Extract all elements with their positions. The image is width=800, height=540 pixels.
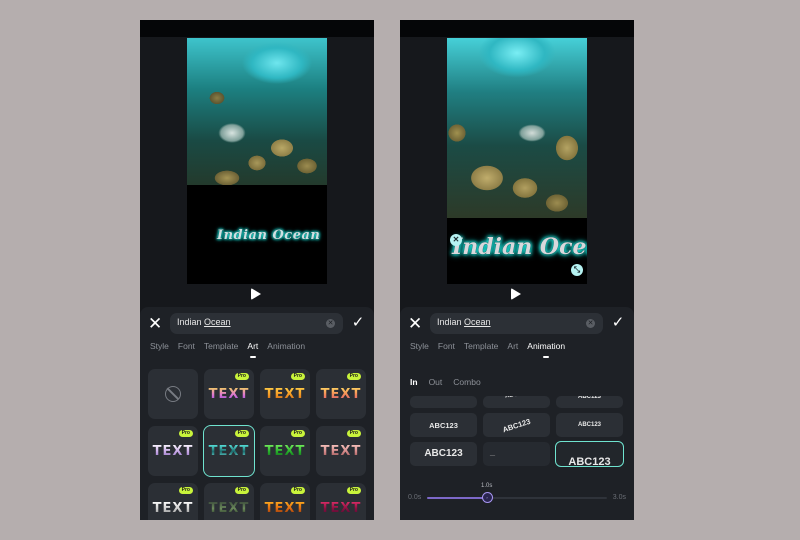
resize-rotate-handle-icon[interactable]: ⤡ [571,264,583,276]
animation-preset[interactable]: ABC123 [483,413,550,437]
art-style-option[interactable]: Pro TEXT [260,369,310,419]
art-style-option[interactable]: Pro TEXT [148,426,198,476]
slider-thumb[interactable]: › [481,492,493,503]
pro-badge: Pro [346,430,361,437]
art-style-preview-text: TEXT [260,444,310,459]
subtab-combo[interactable]: Combo [453,377,480,387]
art-style-option[interactable]: Pro TEXT [260,483,310,520]
text-overlay[interactable]: Indian Ocean [452,234,587,260]
text-edit-tabs: Style Font Template Art Animation [410,341,565,358]
art-style-option[interactable]: Pro TEXT [204,369,254,419]
art-style-preview-text: TEXT [204,501,254,516]
text-edit-toolbar: ✕ Indian Ocean ✕ ✓ [140,313,374,335]
pro-badge: Pro [346,373,361,380]
animation-preset[interactable]: ABC123 [483,396,550,408]
text-input-value: Indian Ocean [177,317,231,327]
phone-screen-art: Indian Ocean ✕ Indian Ocean ✕ ✓ Style Fo… [140,20,374,520]
animation-preset-grid: ABC123 ABC123 ABC123 ABC123 ABC123 ABC12… [410,396,624,467]
status-bar [400,20,634,37]
phone-screen-animation: Indian Ocean ✕ ⤡ ✕ Indian Ocean ✕ ✓ Styl… [400,20,634,520]
slider-fill [427,497,487,499]
play-button[interactable] [511,288,521,300]
pro-badge: Pro [290,487,305,494]
tab-font[interactable]: Font [438,341,455,355]
video-preview[interactable]: Indian Ocean [187,38,327,284]
animation-subtabs: In Out Combo [410,377,481,387]
art-style-preview-text: TEXT [316,501,366,516]
art-style-preview-text: TEXT [316,444,366,459]
art-style-preview-text: TEXT [148,501,198,516]
art-style-option[interactable]: Pro TEXT [204,483,254,520]
art-style-preview-text: TEXT [260,501,310,516]
pro-badge: Pro [290,373,305,380]
text-input[interactable]: Indian Ocean ✕ [430,313,603,334]
delete-text-handle-icon[interactable]: ✕ [450,234,462,246]
text-input-value: Indian Ocean [437,317,491,327]
tab-style[interactable]: Style [410,341,429,355]
close-button[interactable]: ✕ [148,315,162,333]
animation-preset[interactable]: ABC123 [556,396,623,408]
text-edit-panel: ✕ Indian Ocean ✕ ✓ Style Font Template A… [140,307,374,520]
coral-reef-image [187,38,327,185]
pro-badge: Pro [290,430,305,437]
art-style-preview-text: TEXT [316,387,366,402]
pro-badge: Pro [234,373,249,380]
art-style-preview-text: TEXT [148,444,198,459]
pro-badge: Pro [234,487,249,494]
art-style-option[interactable]: Pro TEXT [316,426,366,476]
slider-min-label: 0.0s [408,494,422,501]
animation-preset-selected[interactable]: ABC123 [555,441,624,467]
confirm-button[interactable]: ✓ [350,313,366,333]
art-style-preview-text: TEXT [260,387,310,402]
clear-text-button[interactable]: ✕ [326,319,335,328]
animation-preset[interactable] [410,396,477,408]
slider-track[interactable]: 1.0s › [427,483,607,503]
animation-preset[interactable]: ABC123 [410,413,477,437]
tab-art[interactable]: Art [247,341,258,358]
art-style-option[interactable]: Pro TEXT [316,483,366,520]
text-edit-tabs: Style Font Template Art Animation [150,341,305,358]
art-style-none[interactable] [148,369,198,419]
clear-text-button[interactable]: ✕ [586,319,595,328]
status-bar [140,20,374,37]
text-edit-panel: ✕ Indian Ocean ✕ ✓ Style Font Template A… [400,307,634,520]
tab-animation[interactable]: Animation [267,341,305,355]
pro-badge: Pro [346,487,361,494]
close-button[interactable]: ✕ [408,315,422,333]
play-button[interactable] [251,288,261,300]
pro-badge: Pro [234,430,249,437]
subtab-in[interactable]: In [410,377,418,387]
subtab-out[interactable]: Out [429,377,443,387]
art-style-option[interactable]: Pro TEXT [316,369,366,419]
text-input[interactable]: Indian Ocean ✕ [170,313,343,334]
animation-preset[interactable]: _ [483,442,550,466]
no-style-icon [165,386,181,402]
tab-art[interactable]: Art [507,341,518,355]
art-style-option[interactable]: Pro TEXT [260,426,310,476]
animation-preset[interactable]: ABC123 [410,442,477,466]
video-preview[interactable]: Indian Ocean ✕ ⤡ [447,38,587,284]
tab-font[interactable]: Font [178,341,195,355]
tab-template[interactable]: Template [464,341,499,355]
art-style-preview-text: TEXT [204,444,254,459]
art-style-option[interactable]: Pro TEXT [203,425,255,477]
duration-slider[interactable]: 0.0s 1.0s › 3.0s [400,483,634,509]
pro-badge: Pro [178,430,193,437]
slider-max-label: 3.0s [612,494,626,501]
art-style-preview-text: TEXT [204,387,254,402]
text-edit-toolbar: ✕ Indian Ocean ✕ ✓ [400,313,634,335]
animation-preset[interactable]: ABC123 [556,413,623,437]
slider-value-label: 1.0s [481,483,493,489]
coral-reef-image [447,38,587,218]
art-style-option[interactable]: Pro TEXT [148,483,198,520]
pro-badge: Pro [178,487,193,494]
confirm-button[interactable]: ✓ [610,313,626,333]
tab-style[interactable]: Style [150,341,169,355]
tab-template[interactable]: Template [204,341,239,355]
text-overlay[interactable]: Indian Ocean [217,228,320,243]
tab-animation[interactable]: Animation [527,341,565,358]
art-style-grid: Pro TEXT Pro TEXT Pro TEXT Pro TEXT Pro TEXT Pro TE… [148,369,366,520]
